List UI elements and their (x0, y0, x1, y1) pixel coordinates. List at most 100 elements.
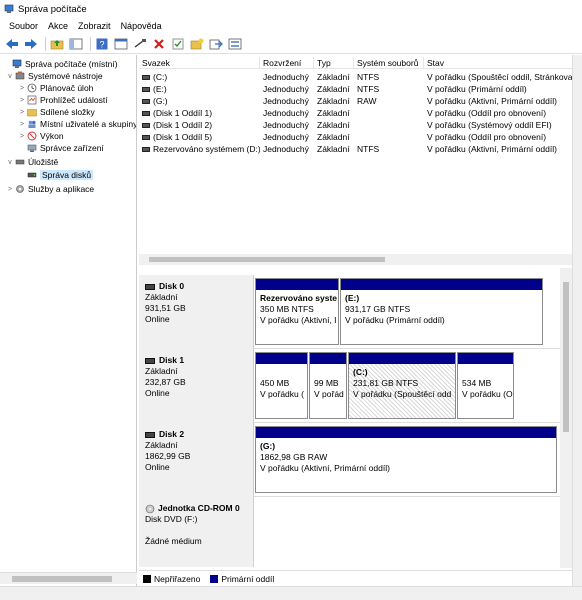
table-row[interactable]: (G:) Jednoduchý Základní RAW V pořádku (Akti… (139, 95, 572, 107)
disk-info[interactable]: Disk 0 Základní 931,51 GB Online (139, 275, 254, 349)
tree-horizontal-scrollbar[interactable] (0, 572, 137, 584)
menu-view[interactable]: Zobrazit (73, 21, 116, 31)
disk-type: Disk DVD (F:) (145, 514, 198, 524)
tree-item-storage[interactable]: v Úložiště (6, 156, 58, 168)
expand-icon[interactable]: > (18, 133, 26, 140)
cell-text: Základní (317, 120, 350, 130)
performance-icon (27, 131, 37, 141)
disk-info[interactable]: Disk 1 Základní 232,87 GB Online (139, 349, 254, 423)
cell-text: Základní (317, 84, 350, 94)
console-tree-icon[interactable] (68, 36, 84, 52)
table-cell: V pořádku (Aktivní, Primární oddíl) (424, 95, 572, 107)
export-icon[interactable] (208, 36, 224, 52)
volume-icon (142, 111, 150, 117)
table-row[interactable]: (Disk 1 Oddíl 2) Jednoduchý Základní V pořá… (139, 119, 572, 131)
column-header-status[interactable]: Stav (424, 57, 572, 69)
disk-icon (145, 431, 155, 438)
cell-text: NTFS (357, 84, 380, 94)
scrollbar-thumb[interactable] (149, 257, 385, 262)
partition[interactable]: Rezervováno syste 350 MB NTFS V pořádku … (255, 278, 339, 345)
volume-list-horizontal-scrollbar[interactable] (139, 254, 572, 265)
services-icon (16, 185, 24, 193)
help-icon[interactable]: ? (94, 36, 110, 52)
tree-item-computer-management[interactable]: Správa počítače (místní) (3, 58, 118, 70)
table-cell: V pořádku (Oddíl pro obnovení) (424, 107, 572, 119)
table-row[interactable]: (E:) Jednoduchý Základní NTFS V pořádku (Pri… (139, 83, 572, 95)
expand-icon[interactable]: > (18, 121, 26, 128)
tree-item-performance[interactable]: > Výkon (18, 130, 64, 142)
back-icon[interactable] (4, 36, 20, 52)
table-cell: Základní (314, 119, 354, 131)
delete-icon[interactable] (151, 36, 167, 52)
volume-icon (142, 147, 150, 153)
tree-item-system-tools[interactable]: v Systémové nástroje (6, 70, 102, 82)
view-icon[interactable] (227, 36, 243, 52)
tree-item-label: Prohlížeč událostí (40, 95, 108, 105)
collapse-icon[interactable]: v (6, 159, 14, 166)
partition[interactable]: 450 MB V pořádku ( (255, 352, 308, 419)
forward-icon[interactable] (23, 36, 39, 52)
partition-title: (C:) (353, 367, 368, 377)
column-header-volume[interactable]: Svazek (139, 57, 260, 69)
partition-size: 231,81 GB NTFS (353, 378, 419, 388)
expand-icon[interactable]: > (18, 97, 26, 104)
partition-color-bar (256, 279, 338, 290)
menu-file[interactable]: Soubor (4, 21, 43, 31)
tree-item-event-viewer[interactable]: > Prohlížeč událostí (18, 94, 108, 106)
disk-row: Disk 0 Základní 931,51 GB Online Rezervo… (139, 275, 572, 349)
column-header-type[interactable]: Typ (314, 57, 354, 69)
partition[interactable]: 534 MB V pořádku (O (457, 352, 514, 419)
disk-row: Disk 2 Základní 1862,99 GB Online (G:) 1… (139, 423, 572, 497)
cell-text: (C:) (153, 72, 168, 82)
partition-selected[interactable]: (C:) 231,81 GB NTFS V pořádku (Spouštěcí… (348, 352, 456, 419)
partition-status: V pořádku ( (260, 389, 304, 399)
disk-view-vertical-scrollbar[interactable] (560, 268, 572, 568)
tree-item-device-manager[interactable]: Správce zařízení (18, 142, 104, 154)
menu-help[interactable]: Nápověda (116, 21, 167, 31)
column-header-filesystem[interactable]: Systém souborů (354, 57, 424, 69)
tree-item-local-users[interactable]: > Místní uživatelé a skupiny (18, 118, 137, 130)
expand-icon[interactable]: > (18, 85, 26, 92)
tree-item-task-scheduler[interactable]: > Plánovač úloh (18, 82, 93, 94)
partition[interactable]: 99 MB V pořád (309, 352, 347, 419)
connect-icon[interactable] (132, 36, 148, 52)
disk-info[interactable]: Disk 2 Základní 1862,99 GB Online (139, 423, 254, 497)
disk-row: Jednotka CD-ROM 0 Disk DVD (F:) Žádné mé… (139, 497, 572, 567)
table-cell: NTFS (354, 143, 424, 155)
table-row[interactable]: (Disk 1 Oddíl 5) Jednoduchý Základní V pořá… (139, 131, 572, 143)
disk-status: Online (145, 462, 170, 472)
expand-icon[interactable]: > (6, 186, 14, 193)
cell-text: V pořádku (Aktivní, Primární oddíl) (427, 96, 557, 106)
disk-name: Jednotka CD-ROM 0 (158, 503, 240, 513)
scrollbar-thumb[interactable] (563, 282, 569, 432)
column-header-layout[interactable]: Rozvržení (260, 57, 314, 69)
partition-title: (G:) (260, 441, 276, 451)
disk-icon (145, 283, 155, 290)
disk-info[interactable]: Jednotka CD-ROM 0 Disk DVD (F:) Žádné mé… (139, 497, 254, 567)
properties-icon[interactable] (113, 36, 129, 52)
tree-item-shared-folders[interactable]: > Sdílené složky (18, 106, 95, 118)
table-row[interactable]: Rezervováno systémem (D:) Jednoduchý Zákla… (139, 143, 572, 155)
table-row[interactable]: (C:) Jednoduchý Základní NTFS V pořádku (Spo… (139, 71, 572, 83)
partition-status: V pořádku (Aktivní, I (260, 315, 337, 325)
new-folder-icon[interactable] (189, 36, 205, 52)
table-row[interactable]: (Disk 1 Oddíl 1) Jednoduchý Základní V pořá… (139, 107, 572, 119)
partition[interactable]: (E:) 931,17 GB NTFS V pořádku (Primární … (340, 278, 543, 345)
menu-action[interactable]: Akce (43, 21, 73, 31)
table-cell: Základní (314, 71, 354, 83)
partition-size: 350 MB NTFS (260, 304, 314, 314)
folder-up-icon[interactable] (49, 36, 65, 52)
partition[interactable]: (G:) 1862,98 GB RAW V pořádku (Aktivní, … (255, 426, 557, 493)
tree-item-services-apps[interactable]: > Služby a aplikace (6, 183, 94, 195)
tree-item-label: Místní uživatelé a skupiny (40, 119, 137, 129)
cell-text: RAW (357, 96, 377, 106)
check-icon[interactable] (170, 36, 186, 52)
scrollbar-thumb[interactable] (12, 576, 112, 582)
tree-item-label: Výkon (40, 131, 64, 141)
collapse-icon[interactable]: v (6, 73, 14, 80)
console-tree: Správa počítače (místní) v Systémové nás… (0, 55, 137, 586)
expand-icon[interactable]: > (18, 109, 26, 116)
cell-text: Jednoduchý (263, 72, 309, 82)
table-cell: NTFS (354, 71, 424, 83)
tree-item-disk-management[interactable]: Správa disků (18, 169, 94, 181)
